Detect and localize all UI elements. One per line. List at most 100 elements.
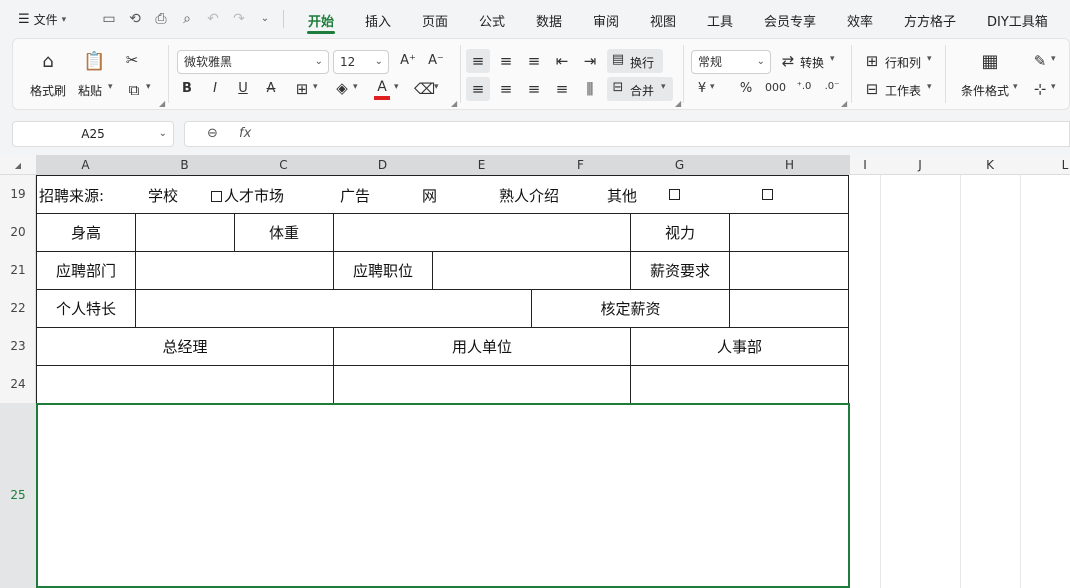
borders-icon[interactable]: ⊞ xyxy=(293,80,311,98)
hiring-unit-signature-cell[interactable] xyxy=(333,365,631,404)
worksheet-button[interactable]: 工作表 xyxy=(885,82,921,99)
chevron-down-icon[interactable]: ▾ xyxy=(434,82,439,92)
align-bottom-icon[interactable]: ≡ xyxy=(525,52,543,70)
salary-request-value-cell[interactable] xyxy=(729,251,849,290)
decrease-font-icon[interactable]: A⁻ xyxy=(426,53,446,68)
column-header-a[interactable]: A xyxy=(36,155,135,175)
chevron-down-icon[interactable]: ▾ xyxy=(1051,82,1056,92)
font-name-select[interactable]: 微软雅黑 ⌄ xyxy=(177,50,329,74)
format-painter-button[interactable]: 格式刷 xyxy=(30,82,66,99)
file-menu[interactable]: ☰ 文件 ▾ xyxy=(18,11,66,28)
distributed-icon[interactable]: ⫼ xyxy=(581,80,599,98)
chevron-down-icon[interactable]: ▾ xyxy=(927,54,932,64)
share-icon[interactable]: ⟲ xyxy=(126,10,144,28)
fill-color-icon[interactable]: ◈ xyxy=(333,79,351,97)
chevron-down-icon[interactable]: ▾ xyxy=(394,82,399,92)
column-header-l[interactable]: L xyxy=(1020,155,1070,175)
save-icon[interactable]: ▭ xyxy=(100,10,118,28)
print-icon[interactable]: ⎙ xyxy=(152,10,170,28)
decrease-decimal-icon[interactable]: .0⁻ xyxy=(821,81,843,92)
tab-tools[interactable]: 工具 xyxy=(707,11,733,30)
italic-icon[interactable]: I xyxy=(207,81,223,96)
cell-area[interactable]: 招聘来源: 学校 人才市场 广告 网 熟人介绍 其他 身高 体重 视力 应聘部门… xyxy=(36,175,1070,588)
tab-page[interactable]: 页面 xyxy=(422,11,448,30)
column-header-g[interactable]: G xyxy=(630,155,729,175)
function-icon[interactable]: fx xyxy=(239,126,251,141)
underline-icon[interactable]: U xyxy=(235,81,251,96)
font-size-select[interactable]: 12 ⌄ xyxy=(333,50,389,74)
name-box[interactable]: A25 ⌄ xyxy=(12,121,174,147)
row-header-22[interactable]: 22 xyxy=(0,289,36,327)
row-header-19[interactable]: 19 xyxy=(0,175,36,213)
zoom-icon[interactable]: ⊖ xyxy=(207,126,218,141)
column-header-e[interactable]: E xyxy=(432,155,531,175)
gm-signature-cell[interactable] xyxy=(36,365,334,404)
column-header-d[interactable]: D xyxy=(333,155,432,175)
align-middle-icon[interactable]: ≡ xyxy=(497,52,515,70)
conditional-format-button[interactable]: 条件格式 xyxy=(961,82,1009,99)
column-header-c[interactable]: C xyxy=(234,155,333,175)
align-center-icon[interactable]: ≡ xyxy=(497,80,515,98)
row-header-20[interactable]: 20 xyxy=(0,213,36,251)
row-header-25[interactable]: 25 xyxy=(0,403,36,588)
column-header-i[interactable]: I xyxy=(850,155,880,175)
other-checkbox[interactable] xyxy=(669,185,682,203)
font-color-icon[interactable]: A xyxy=(373,79,391,95)
column-header-f[interactable]: F xyxy=(531,155,630,175)
currency-icon[interactable]: ¥ xyxy=(695,81,709,96)
chevron-down-icon[interactable]: ⌄ xyxy=(256,10,274,28)
chevron-down-icon[interactable]: ▾ xyxy=(661,82,666,92)
chevron-down-icon[interactable]: ▾ xyxy=(146,82,151,92)
number-format-select[interactable]: 常规 ⌄ xyxy=(691,50,771,74)
dialog-launcher-icon[interactable]: ◢ xyxy=(159,99,165,108)
approved-salary-value-cell[interactable] xyxy=(729,289,849,328)
formula-input[interactable]: ⊖ fx xyxy=(184,121,1070,147)
row-col-button[interactable]: 行和列 xyxy=(885,54,921,71)
position-value-cell[interactable] xyxy=(432,251,631,290)
tab-view[interactable]: 视图 xyxy=(650,11,676,30)
tab-review[interactable]: 审阅 xyxy=(593,11,619,30)
row-header-21[interactable]: 21 xyxy=(0,251,36,289)
tab-diy-toolbox[interactable]: DIY工具箱 xyxy=(987,11,1048,30)
dialog-launcher-icon[interactable]: ◢ xyxy=(451,99,457,108)
decrease-indent-icon[interactable]: ⇤ xyxy=(553,52,571,70)
skills-value-cell[interactable] xyxy=(135,289,532,328)
tab-data[interactable]: 数据 xyxy=(536,11,562,30)
chevron-down-icon[interactable]: ▾ xyxy=(108,82,113,92)
align-right-icon[interactable]: ≡ xyxy=(525,80,543,98)
column-header-b[interactable]: B xyxy=(135,155,234,175)
vision-value-cell[interactable] xyxy=(729,213,849,252)
department-value-cell[interactable] xyxy=(135,251,334,290)
merge-button[interactable]: 合并 xyxy=(630,82,654,99)
select-all-corner[interactable]: ◢ xyxy=(0,155,36,175)
paste-button[interactable]: 粘贴 xyxy=(78,82,102,99)
chevron-down-icon[interactable]: ▾ xyxy=(353,82,358,92)
row-header-24[interactable]: 24 xyxy=(0,365,36,403)
increase-indent-icon[interactable]: ⇥ xyxy=(581,52,599,70)
chevron-down-icon[interactable]: ▾ xyxy=(313,82,318,92)
justify-icon[interactable]: ≡ xyxy=(553,80,571,98)
copy-icon[interactable]: ⧉ xyxy=(125,81,143,99)
hr-signature-cell[interactable] xyxy=(630,365,849,404)
height-value-cell[interactable] xyxy=(135,213,235,252)
print-preview-icon[interactable]: ⌕ xyxy=(178,10,196,28)
chevron-down-icon[interactable]: ▾ xyxy=(710,82,715,92)
chevron-down-icon[interactable]: ▾ xyxy=(830,54,835,64)
chevron-down-icon[interactable]: ▾ xyxy=(927,82,932,92)
increase-decimal-icon[interactable]: ⁺.0 xyxy=(793,81,815,92)
strikethrough-icon[interactable]: A xyxy=(263,81,279,96)
dialog-launcher-icon[interactable]: ◢ xyxy=(841,99,847,108)
convert-button[interactable]: 转换 xyxy=(800,54,824,71)
chevron-down-icon[interactable]: ▾ xyxy=(1051,54,1056,64)
chevron-down-icon[interactable]: ▾ xyxy=(1013,82,1018,92)
cell-style-icon[interactable]: ✎ xyxy=(1031,52,1049,70)
column-header-h[interactable]: H xyxy=(729,155,850,175)
weight-value-cell[interactable] xyxy=(333,213,631,252)
tab-insert[interactable]: 插入 xyxy=(365,11,391,30)
tab-home[interactable]: 开始 xyxy=(308,11,334,30)
dialog-launcher-icon[interactable]: ◢ xyxy=(675,99,681,108)
selected-cell-a25[interactable] xyxy=(36,403,850,588)
bold-icon[interactable]: B xyxy=(179,81,195,96)
cut-icon[interactable]: ✂ xyxy=(123,51,141,69)
tab-formula[interactable]: 公式 xyxy=(479,11,505,30)
